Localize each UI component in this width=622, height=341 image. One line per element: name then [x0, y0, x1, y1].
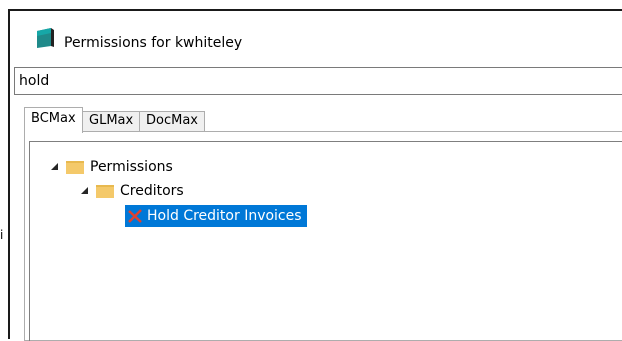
database-icon	[37, 28, 54, 48]
title-bar[interactable]: Permissions for kwhiteley	[10, 11, 622, 63]
tab-glmax[interactable]: GLMax	[82, 111, 141, 131]
tree-node-permissions[interactable]: Permissions	[48, 157, 173, 177]
folder-icon	[96, 184, 114, 198]
tree-node-label: Creditors	[120, 183, 184, 199]
search-input[interactable]	[14, 67, 622, 95]
tree-node-hold-creditor-invoices[interactable]: Hold Creditor Invoices	[125, 205, 307, 227]
tab-bcmax[interactable]: BCMax	[24, 107, 83, 133]
tree-node-creditors[interactable]: Creditors	[78, 181, 184, 201]
folder-icon	[66, 160, 84, 174]
x-icon	[128, 209, 142, 223]
tree-node-label: Hold Creditor Invoices	[147, 208, 302, 224]
expand-arrow-icon[interactable]	[78, 184, 92, 198]
expand-arrow-icon[interactable]	[48, 160, 62, 174]
selected-node[interactable]: Hold Creditor Invoices	[125, 205, 307, 227]
tree-node-label: Permissions	[90, 159, 173, 175]
background-text-fragment: i	[0, 228, 4, 242]
tab-docmax[interactable]: DocMax	[139, 111, 205, 131]
window-title: Permissions for kwhiteley	[64, 35, 243, 51]
